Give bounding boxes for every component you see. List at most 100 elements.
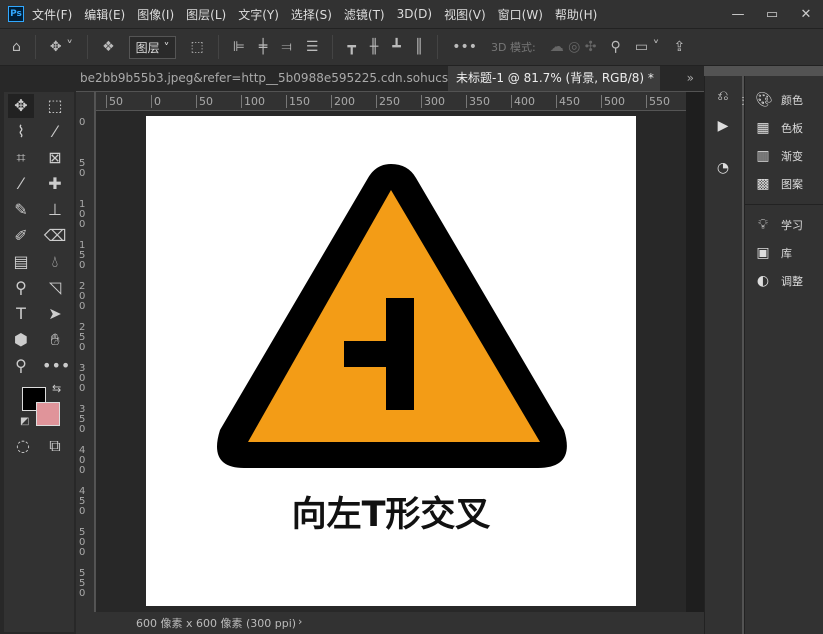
- menu-layer[interactable]: 图层(L): [186, 6, 226, 23]
- stamp-tool-icon[interactable]: ⊥: [42, 198, 68, 222]
- align-left-icon[interactable]: ⊫: [233, 39, 245, 55]
- zoom-tool-icon[interactable]: ⚲: [8, 354, 34, 378]
- panel-label: 调整: [781, 275, 803, 288]
- tab-overflow-button[interactable]: »: [683, 66, 704, 91]
- path-selection-tool-icon[interactable]: ➤: [42, 302, 68, 326]
- lasso-tool-icon[interactable]: ⌇: [8, 120, 34, 144]
- panel-pattern[interactable]: ▩ 图案: [745, 170, 823, 198]
- ruler-tick-label: 550: [79, 568, 86, 599]
- blur-tool-icon[interactable]: 💧︎: [42, 250, 68, 274]
- move-tool-icon[interactable]: ✥: [8, 94, 34, 118]
- panel-swatches[interactable]: ▦ 色板: [745, 114, 823, 142]
- crop-tool-icon[interactable]: ⌗: [8, 146, 34, 170]
- menu-type[interactable]: 文字(Y): [238, 6, 279, 23]
- pen-tool-icon[interactable]: ◹: [42, 276, 68, 300]
- align-top-icon[interactable]: ┳: [347, 39, 355, 55]
- panels-column: 🎨︎ 颜色 ▦ 色板 ▥ 渐变 ▩ 图案 💡︎ 学习 ▣ 库 ◐ 调整: [744, 76, 823, 634]
- panel-label: 渐变: [781, 150, 803, 163]
- quick-mask-icon[interactable]: ◌: [10, 434, 36, 458]
- tab-untitled-1[interactable]: 未标题-1 @ 81.7% (背景, RGB/8) *×: [448, 66, 660, 91]
- healing-brush-tool-icon[interactable]: ✚: [42, 172, 68, 196]
- distribute-icon[interactable]: ☰: [306, 39, 319, 55]
- ruler-tick-label: 550: [646, 95, 670, 108]
- quick-selection-tool-icon[interactable]: ⁄: [42, 120, 68, 144]
- distribute-vertical-icon[interactable]: ║: [415, 39, 423, 55]
- shape-tool-icon[interactable]: ⬢: [8, 328, 34, 352]
- gradient-tool-icon[interactable]: ▤: [8, 250, 34, 274]
- actions-play-icon[interactable]: ▶: [715, 118, 731, 134]
- menu-filter[interactable]: 滤镜(T): [344, 6, 385, 23]
- align-center-icon[interactable]: ╪: [259, 39, 267, 55]
- maximize-button[interactable]: ▭: [755, 7, 789, 22]
- auto-select-icon[interactable]: ❖: [102, 39, 115, 55]
- panel-palette[interactable]: 🎨︎ 颜色: [745, 86, 823, 114]
- frame-tool-icon[interactable]: ⊠: [42, 146, 68, 170]
- menu-edit[interactable]: 编辑(E): [84, 6, 125, 23]
- pattern-icon: ▩: [756, 176, 770, 192]
- document-tabs: be2bb9b55b3.jpeg&refer=http__5b0988e5952…: [76, 66, 704, 91]
- background-color-swatch[interactable]: [36, 402, 60, 426]
- align-bottom-icon[interactable]: ┻: [392, 39, 400, 55]
- menu-file[interactable]: 文件(F): [32, 6, 72, 23]
- search-icon[interactable]: ⚲: [611, 39, 621, 55]
- ruler-tick-label: 400: [79, 445, 86, 476]
- panel-lightbulb[interactable]: 💡︎ 学习: [745, 211, 823, 239]
- menu-3d[interactable]: 3D(D): [397, 7, 432, 21]
- minimize-button[interactable]: —: [721, 7, 755, 22]
- ruler-tick-label: 50: [79, 158, 86, 179]
- ruler-tick-label: 300: [79, 363, 86, 394]
- dodge-tool-icon[interactable]: ⚲: [8, 276, 34, 300]
- status-menu-arrow[interactable]: ›: [298, 615, 302, 628]
- ruler-tick-label: 500: [601, 95, 625, 108]
- ruler-tick-label: 0: [79, 117, 86, 128]
- ruler-tick-label: 350: [79, 404, 86, 435]
- tab-label: be2bb9b55b3.jpeg&refer=http__5b0988e5952…: [80, 71, 448, 85]
- panel-gradient[interactable]: ▥ 渐变: [745, 142, 823, 170]
- 3d-orbit-icon[interactable]: ☁ ◎ ✣: [550, 39, 597, 55]
- menu-bar: Ps 文件(F) 编辑(E) 图像(I) 图层(L) 文字(Y) 选择(S) 滤…: [0, 0, 823, 28]
- history-brush-tool-icon[interactable]: ✐: [8, 224, 34, 248]
- close-button[interactable]: ✕: [789, 7, 823, 22]
- t-junction-main-road: [386, 298, 414, 410]
- move-tool-icon[interactable]: ✥ ˅: [50, 39, 73, 55]
- tab-sohucs-image[interactable]: be2bb9b55b3.jpeg&refer=http__5b0988e5952…: [76, 66, 448, 91]
- vertical-ruler: 0 50 100 150 200 250 300 350 400 450 500 550: [76, 92, 95, 612]
- gradient-icon: ▥: [756, 148, 770, 164]
- vertical-scrollbar[interactable]: [686, 92, 704, 612]
- transform-controls-icon[interactable]: ⬚: [190, 39, 203, 55]
- type-tool-icon[interactable]: T: [8, 302, 34, 326]
- workspace-icon[interactable]: ▭ ˅: [635, 39, 660, 55]
- align-right-icon[interactable]: ⫤: [281, 39, 292, 55]
- document-canvas[interactable]: 向左T形交叉: [146, 116, 636, 606]
- properties-icon[interactable]: ◔: [715, 160, 731, 176]
- panel-label: 色板: [781, 122, 803, 135]
- hand-tool-icon[interactable]: ✋︎: [42, 328, 68, 352]
- history-icon[interactable]: ⎌: [715, 88, 731, 104]
- edit-toolbar-icon[interactable]: •••: [42, 354, 70, 378]
- menu-select[interactable]: 选择(S): [291, 6, 332, 23]
- lightbulb-icon: 💡︎: [758, 217, 768, 233]
- align-middle-icon[interactable]: ╫: [370, 39, 378, 55]
- menu-help[interactable]: 帮助(H): [555, 6, 597, 23]
- divider: [87, 35, 89, 59]
- brush-tool-icon[interactable]: ✎: [8, 198, 34, 222]
- home-icon[interactable]: ⌂: [12, 39, 21, 55]
- menu-view[interactable]: 视图(V): [444, 6, 486, 23]
- eyedropper-tool-icon[interactable]: ⁄: [8, 172, 34, 196]
- share-icon[interactable]: ⇪: [674, 39, 686, 55]
- sign-caption: 向左T形交叉: [291, 495, 491, 535]
- swap-colors-icon[interactable]: ⇆: [52, 382, 61, 395]
- more-options-button[interactable]: •••: [452, 39, 477, 55]
- panel-library[interactable]: ▣ 库: [745, 239, 823, 267]
- layer-select-dropdown[interactable]: 图层 ˅: [128, 35, 177, 59]
- default-colors-icon[interactable]: ◩: [20, 416, 29, 427]
- eraser-tool-icon[interactable]: ⌫: [42, 224, 68, 248]
- tools-panel: ✥ ⬚ ⌇ ⁄ ⌗ ⊠ ⁄ ✚ ✎ ⊥ ✐ ⌫ ▤ 💧︎ ⚲ ◹ T ➤ ⬢ ✋…: [4, 92, 74, 632]
- menu-image[interactable]: 图像(I): [137, 6, 174, 23]
- adjustments-icon: ◐: [756, 273, 770, 289]
- panel-adjustments[interactable]: ◐ 调整: [745, 267, 823, 295]
- menu-window[interactable]: 窗口(W): [498, 6, 543, 23]
- library-icon: ▣: [756, 245, 770, 261]
- screen-mode-icon[interactable]: ⧉: [42, 434, 68, 458]
- marquee-tool-icon[interactable]: ⬚: [42, 94, 68, 118]
